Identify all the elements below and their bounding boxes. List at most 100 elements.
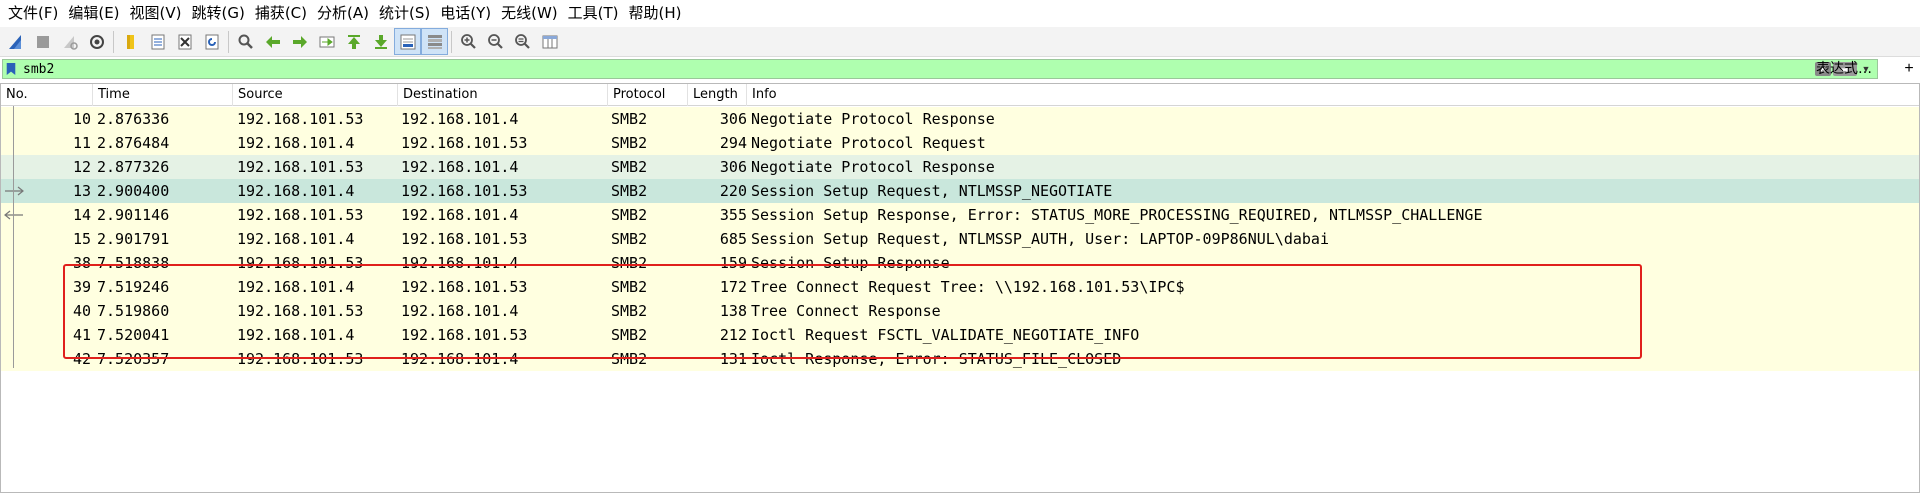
menu-view[interactable]: 视图(V) — [128, 0, 190, 27]
packet-source: 192.168.101.4 — [237, 278, 355, 296]
last-packet-icon[interactable] — [367, 28, 394, 55]
back-icon[interactable] — [259, 28, 286, 55]
packet-protocol: SMB2 — [611, 326, 648, 344]
packet-row[interactable]: 13 2.900400 192.168.101.4 192.168.101.53 SMB… — [1, 179, 1919, 203]
restart-icon[interactable] — [56, 28, 83, 55]
packet-row[interactable]: 41 7.520041 192.168.101.4 192.168.101.53 SMB… — [1, 323, 1919, 347]
packet-no: 42 — [72, 350, 91, 368]
packet-row[interactable]: 11 2.876484 192.168.101.4 192.168.101.53 SMB… — [1, 131, 1919, 155]
packet-protocol: SMB2 — [611, 230, 648, 248]
packet-row[interactable]: 14 2.901146 192.168.101.53 192.168.101.4 SMB… — [1, 203, 1919, 227]
shark-fin-start-icon[interactable] — [2, 28, 29, 55]
colorize-icon[interactable] — [421, 28, 448, 55]
packet-time: 7.519246 — [97, 278, 170, 296]
menu-file[interactable]: 文件(F) — [6, 0, 66, 27]
packet-source: 192.168.101.4 — [237, 326, 355, 344]
packet-row[interactable]: 40 7.519860 192.168.101.53 192.168.101.4 SMB… — [1, 299, 1919, 323]
resize-columns-icon[interactable] — [536, 28, 563, 55]
packet-destination: 192.168.101.53 — [401, 230, 528, 248]
packet-row[interactable]: 39 7.519246 192.168.101.4 192.168.101.53 SMB… — [1, 275, 1919, 299]
packet-destination: 192.168.101.4 — [401, 158, 519, 176]
packet-info: Negotiate Protocol Response — [751, 158, 995, 176]
packet-info: Negotiate Protocol Response — [751, 110, 995, 128]
menu-help[interactable]: 帮助(H) — [627, 0, 690, 27]
packet-destination: 192.168.101.53 — [401, 182, 528, 200]
forward-icon[interactable] — [286, 28, 313, 55]
menu-telephony[interactable]: 电话(Y) — [438, 0, 499, 27]
packet-time: 7.520357 — [97, 350, 170, 368]
column-header-destination[interactable]: Destination — [398, 84, 608, 106]
toolbar-separator — [113, 30, 114, 53]
packet-time: 2.900400 — [97, 182, 170, 200]
packet-length: 172 — [719, 278, 747, 296]
column-header-time[interactable]: Time — [93, 84, 233, 106]
packet-row[interactable]: 15 2.901791 192.168.101.4 192.168.101.53 SMB… — [1, 227, 1919, 251]
menu-tools[interactable]: 工具(T) — [566, 0, 627, 27]
packet-info: Tree Connect Response — [751, 302, 941, 320]
request-arrow-icon — [3, 179, 25, 203]
packet-no: 11 — [72, 134, 91, 152]
menu-go[interactable]: 跳转(G) — [190, 0, 253, 27]
add-filter-button[interactable]: + — [1900, 58, 1918, 80]
column-header-protocol[interactable]: Protocol — [608, 84, 688, 106]
packet-time: 7.518838 — [97, 254, 170, 272]
stop-icon[interactable] — [29, 28, 56, 55]
go-to-packet-icon[interactable] — [313, 28, 340, 55]
packet-row[interactable]: 38 7.518838 192.168.101.53 192.168.101.4 SMB… — [1, 251, 1919, 275]
bookmark-icon[interactable] — [5, 61, 19, 77]
packet-source: 192.168.101.53 — [237, 302, 364, 320]
packet-time: 2.901791 — [97, 230, 170, 248]
reload-icon[interactable] — [198, 28, 225, 55]
packet-source: 192.168.101.53 — [237, 158, 364, 176]
display-filter-bar: ✕ ➡ ▼ 表达式… + — [0, 58, 1920, 80]
related-packets-line — [13, 106, 14, 368]
find-icon[interactable] — [232, 28, 259, 55]
packet-destination: 192.168.101.53 — [401, 278, 528, 296]
packet-no: 38 — [72, 254, 91, 272]
column-header-source[interactable]: Source — [233, 84, 398, 106]
first-packet-icon[interactable] — [340, 28, 367, 55]
save-icon[interactable] — [144, 28, 171, 55]
packet-protocol: SMB2 — [611, 110, 648, 128]
packet-time: 2.877326 — [97, 158, 170, 176]
menu-statistics[interactable]: 统计(S) — [377, 0, 438, 27]
display-filter-input[interactable] — [19, 60, 1815, 78]
packet-row[interactable]: 42 7.520357 192.168.101.53 192.168.101.4 SMB… — [1, 347, 1919, 371]
packet-info: Session Setup Request, NTLMSSP_NEGOTIATE — [751, 182, 1113, 200]
open-icon[interactable] — [117, 28, 144, 55]
packet-length: 159 — [719, 254, 747, 272]
menu-edit[interactable]: 编辑(E) — [66, 0, 127, 27]
zoom-in-icon[interactable] — [455, 28, 482, 55]
normal-size-icon[interactable] — [509, 28, 536, 55]
column-header-no[interactable]: No. — [1, 84, 93, 106]
packet-row[interactable]: 10 2.876336 192.168.101.53 192.168.101.4 SMB… — [1, 107, 1919, 131]
display-filter-field: ✕ ➡ ▼ — [2, 59, 1878, 79]
packet-time: 2.876484 — [97, 134, 170, 152]
packet-protocol: SMB2 — [611, 254, 648, 272]
packet-protocol: SMB2 — [611, 182, 648, 200]
menu-capture[interactable]: 捕获(C) — [253, 0, 315, 27]
packet-no: 39 — [72, 278, 91, 296]
packet-destination: 192.168.101.4 — [401, 254, 519, 272]
packet-source: 192.168.101.4 — [237, 230, 355, 248]
autoscroll-icon[interactable] — [394, 28, 421, 55]
column-header-length[interactable]: Length — [688, 84, 747, 106]
packet-protocol: SMB2 — [611, 302, 648, 320]
capture-options-icon[interactable] — [83, 28, 110, 55]
packet-no: 12 — [72, 158, 91, 176]
packet-info: Session Setup Response, Error: STATUS_MO… — [751, 206, 1483, 224]
menu-analyze[interactable]: 分析(A) — [315, 0, 377, 27]
column-header-info[interactable]: Info — [747, 84, 1919, 106]
toolbar-separator — [228, 30, 229, 53]
packet-list: No. Time Source Destination Protocol Len… — [0, 83, 1920, 493]
menu-wireless[interactable]: 无线(W) — [499, 0, 566, 27]
packet-length: 306 — [719, 158, 747, 176]
expression-button[interactable]: 表达式… — [1816, 58, 1872, 80]
zoom-out-icon[interactable] — [482, 28, 509, 55]
packet-time: 2.876336 — [97, 110, 170, 128]
close-icon[interactable] — [171, 28, 198, 55]
packet-length: 220 — [719, 182, 747, 200]
packet-row[interactable]: 12 2.877326 192.168.101.53 192.168.101.4 SMB… — [1, 155, 1919, 179]
packet-source: 192.168.101.53 — [237, 254, 364, 272]
packet-source: 192.168.101.53 — [237, 110, 364, 128]
